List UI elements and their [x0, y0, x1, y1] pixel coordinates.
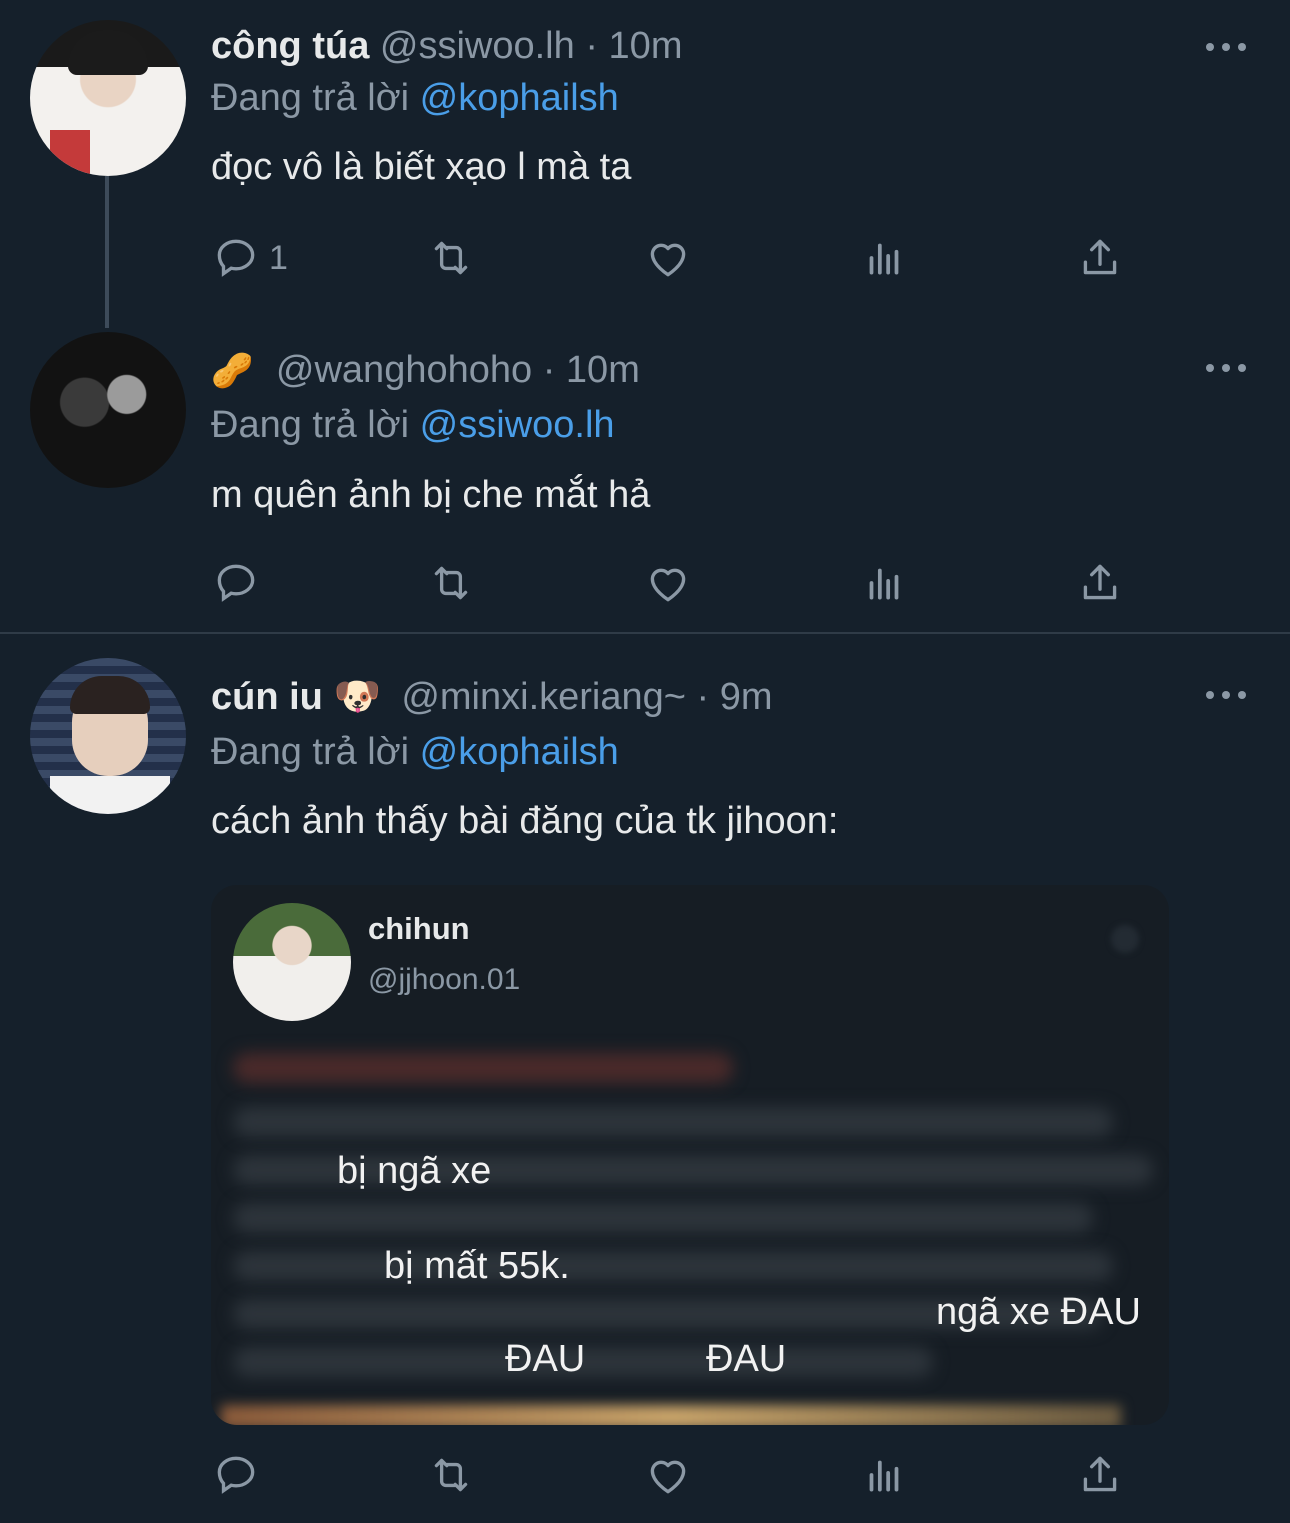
like-button[interactable] — [643, 233, 693, 283]
reply-to-link[interactable]: @kophailsh — [420, 731, 619, 773]
reply-context: Đang trả lời @kophailsh — [211, 76, 619, 122]
separator: · — [696, 676, 710, 718]
action-bar — [211, 1450, 1141, 1500]
overlay-caption: ĐAU — [706, 1338, 787, 1380]
share-button[interactable] — [1075, 233, 1125, 283]
overlay-caption: ĐAU — [505, 1338, 586, 1380]
more-options-icon[interactable] — [1206, 690, 1246, 700]
retweet-button[interactable] — [426, 1450, 476, 1500]
avatar[interactable] — [30, 20, 186, 176]
display-name[interactable]: công túa — [211, 25, 369, 67]
retweet-icon — [434, 1458, 468, 1492]
bar-chart-icon — [869, 568, 899, 600]
views-button[interactable] — [859, 558, 909, 608]
avatar[interactable] — [30, 658, 186, 814]
reply-context: Đang trả lời @ssiwoo.lh — [211, 403, 615, 449]
reply-to-link[interactable]: @kophailsh — [420, 77, 619, 119]
reply-prefix: Đang trả lời — [211, 404, 410, 446]
like-button[interactable] — [643, 1450, 693, 1500]
handle[interactable]: @ssiwoo.lh — [380, 25, 575, 67]
reply-button[interactable]: 1 — [211, 233, 288, 283]
reply-count: 1 — [269, 238, 288, 277]
tweet-text: đọc vô là biết xạo l mà ta — [211, 146, 632, 188]
handle[interactable]: @wanghohoho — [276, 349, 532, 391]
retweet-icon — [434, 241, 468, 275]
views-button[interactable] — [859, 233, 909, 283]
blurred-text — [233, 1251, 1113, 1281]
embed-name: chihun — [368, 911, 470, 946]
timestamp[interactable]: 9m — [720, 676, 773, 718]
embedded-image[interactable]: chihun @jjhoon.01 bị ngã xe bị mất 55k. … — [211, 885, 1169, 1425]
overlay-caption: bị mất 55k. — [384, 1245, 570, 1287]
retweet-button[interactable] — [426, 233, 476, 283]
tweet-header: công túa @ssiwoo.lh · 10m — [211, 24, 682, 70]
blurred-media — [221, 1405, 1121, 1425]
embed-handle: @jjhoon.01 — [368, 963, 521, 996]
timestamp[interactable]: 10m — [566, 349, 640, 391]
share-icon — [1083, 564, 1117, 600]
reply-context: Đang trả lời @kophailsh — [211, 730, 619, 776]
retweet-button[interactable] — [426, 558, 476, 608]
bar-chart-icon — [869, 1460, 899, 1492]
blurred-text — [233, 1107, 1113, 1137]
thread-line — [105, 176, 109, 328]
share-button[interactable] — [1075, 558, 1125, 608]
reply-button[interactable] — [211, 1450, 261, 1500]
overlay-caption: ngã xe ĐAU — [936, 1291, 1141, 1333]
tweet-text: m quên ảnh bị che mắt hả — [211, 474, 651, 516]
tweet-text: cách ảnh thấy bài đăng của tk jihoon: — [211, 800, 839, 842]
reply-icon — [217, 1456, 255, 1494]
action-bar: 1 — [211, 233, 1141, 283]
reply-icon — [217, 564, 255, 602]
reply-button[interactable] — [211, 558, 261, 608]
tweet-2[interactable]: 🥜 @wanghohoho · 10m Đang trả lời @ssiwoo… — [0, 320, 1290, 632]
heart-icon — [650, 243, 686, 277]
embed-menu-icon — [1111, 925, 1139, 953]
share-icon — [1083, 1456, 1117, 1492]
tweet-header: 🥜 @wanghohoho · 10m — [211, 348, 640, 394]
timestamp[interactable]: 10m — [609, 25, 683, 67]
tweet-1[interactable]: công túa @ssiwoo.lh · 10m Đang trả lời @… — [0, 0, 1290, 328]
reply-prefix: Đang trả lời — [211, 77, 410, 119]
overlay-caption: bị ngã xe — [337, 1150, 492, 1192]
separator: · — [542, 349, 556, 391]
tweet-header: cún iu 🐶 @minxi.keriang~ · 9m — [211, 675, 773, 721]
more-options-icon[interactable] — [1206, 363, 1246, 373]
display-name[interactable]: cún iu 🐶 — [211, 676, 381, 718]
reply-to-link[interactable]: @ssiwoo.lh — [420, 404, 615, 446]
views-button[interactable] — [859, 1450, 909, 1500]
retweet-icon — [434, 566, 468, 600]
separator: · — [585, 25, 598, 67]
blurred-text — [233, 1053, 733, 1083]
share-button[interactable] — [1075, 1450, 1125, 1500]
blurred-text — [233, 1203, 1093, 1233]
embed-avatar — [233, 903, 351, 1021]
display-name[interactable]: 🥜 — [211, 352, 253, 390]
action-bar — [211, 558, 1141, 608]
avatar[interactable] — [30, 332, 186, 488]
reply-prefix: Đang trả lời — [211, 731, 410, 773]
like-button[interactable] — [643, 558, 693, 608]
heart-icon — [650, 568, 686, 602]
handle[interactable]: @minxi.keriang~ — [401, 676, 686, 718]
heart-icon — [650, 1460, 686, 1494]
reply-icon — [217, 239, 255, 277]
more-options-icon[interactable] — [1206, 42, 1246, 52]
share-icon — [1083, 239, 1117, 275]
bar-chart-icon — [869, 243, 899, 275]
